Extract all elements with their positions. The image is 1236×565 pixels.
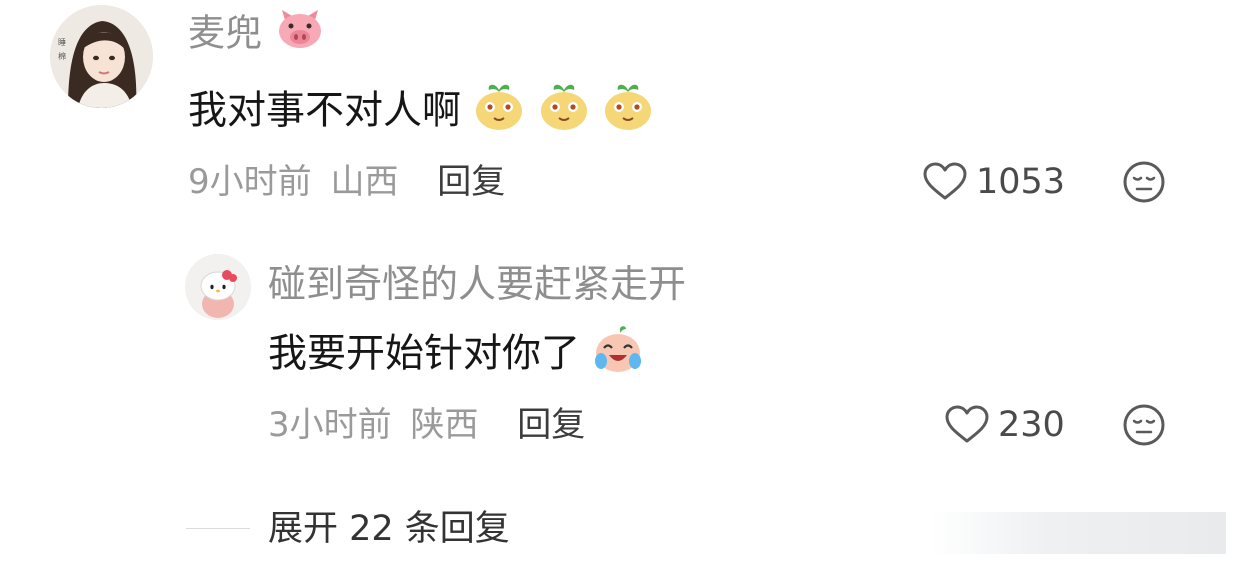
neutral-face-icon [1123,404,1165,446]
sprout-face-emoji-icon [473,80,525,146]
bottom-fade-overlay [930,512,1226,554]
commenter-name-text[interactable]: 麦兜 [188,12,262,55]
crying-laugh-emoji-icon [592,323,644,389]
heart-icon [922,162,968,202]
commenter-avatar[interactable]: 睡 棉 [50,5,153,108]
reply-text-content: 我要开始针对你了 [268,331,581,377]
reply-reply-button[interactable]: 回复 [517,405,585,445]
comment-text: 我对事不对人啊 [188,80,654,134]
neutral-face-icon [1123,161,1165,203]
sprout-face-emoji-icon [538,80,590,146]
expand-replies-button[interactable]: 展开 22 条回复 [268,506,510,552]
comment-meta: 9小时前 山西 回复 [188,160,505,204]
commenter-name[interactable]: 麦兜 [188,8,324,56]
svg-text:棉: 棉 [58,51,66,61]
reply-location: 陕西 [410,405,479,445]
comment-text-content: 我对事不对人啊 [188,88,462,134]
heart-icon [944,405,990,445]
comment-like-count: 1053 [976,162,1066,202]
sprout-face-emoji-icon [602,80,654,146]
reply-dislike-button[interactable] [1122,403,1166,447]
reply-text: 我要开始针对你了 [268,323,644,377]
comment-time: 9小时前 [188,162,312,202]
comment-like-button[interactable]: 1053 [922,160,1065,204]
replier-name[interactable]: 碰到奇怪的人要赶紧走开 [268,259,686,309]
comment-dislike-button[interactable] [1122,160,1166,204]
svg-text:睡: 睡 [58,38,66,47]
comment-reply-button[interactable]: 回复 [437,162,505,202]
reply-time: 3小时前 [268,405,392,445]
reply-like-count: 230 [998,405,1065,445]
expand-divider [186,528,250,529]
replier-avatar[interactable] [185,254,251,320]
reply-like-button[interactable]: 230 [944,403,1065,447]
pig-face-icon [276,8,324,62]
reply-meta: 3小时前 陕西 回复 [268,403,585,447]
comment-location: 山西 [330,162,399,202]
